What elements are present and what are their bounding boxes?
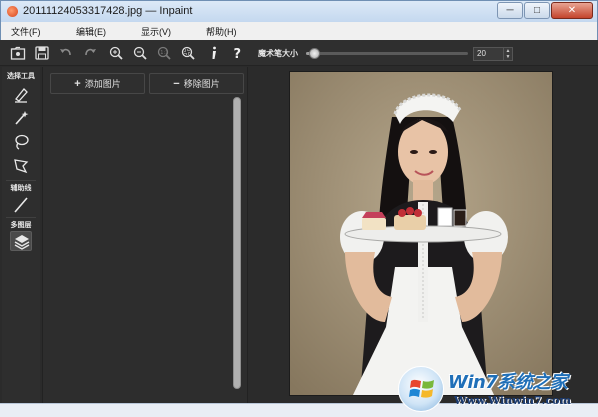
menu-file[interactable]: 文件(F) <box>11 25 41 38</box>
line-icon[interactable] <box>10 195 32 215</box>
windows-logo <box>398 366 444 412</box>
close-icon: ✕ <box>567 5 577 16</box>
tool-separator <box>6 217 36 218</box>
menu-edit[interactable]: 编辑(E) <box>76 25 106 38</box>
window-title-bar: 20111124053317428.jpg — Inpaint ─ □ ✕ <box>0 0 598 22</box>
magic-wand-icon[interactable] <box>10 108 32 128</box>
watermark-brand: Win7系统之家 <box>448 372 568 393</box>
layers-icon[interactable] <box>10 231 32 251</box>
redo-icon[interactable] <box>82 45 98 61</box>
info-icon[interactable] <box>206 45 222 61</box>
brush-size-value: 20 <box>477 49 486 58</box>
marker-icon[interactable] <box>10 84 32 104</box>
spin-down-icon[interactable]: ▼ <box>504 54 512 60</box>
brush-size-slider-thumb[interactable] <box>308 48 320 59</box>
image-list-scrollbar[interactable] <box>233 97 241 389</box>
lasso-icon[interactable] <box>10 132 32 152</box>
add-image-button[interactable]: + 添加图片 <box>50 73 145 94</box>
svg-text:?: ? <box>234 47 242 61</box>
plus-icon: + <box>74 77 81 90</box>
toolbar: 1:1 ? 魔术笔大小 20 ▲ ▼ <box>0 40 598 66</box>
polygonal-lasso-icon[interactable] <box>10 156 32 176</box>
app-icon <box>7 6 18 17</box>
multi-layer-label: 多图层 <box>10 222 32 229</box>
image-canvas[interactable] <box>249 67 598 403</box>
windows-flag-icon <box>409 379 434 398</box>
spinbox-arrows[interactable]: ▲ ▼ <box>503 48 512 60</box>
minus-icon: − <box>173 77 180 90</box>
watermark: Win7系统之家 Www.Winwin7.com <box>398 366 598 417</box>
photo[interactable] <box>289 71 553 396</box>
menu-help[interactable]: 帮助(H) <box>206 25 237 38</box>
zoom-in-icon[interactable] <box>108 45 124 61</box>
maximize-icon: □ <box>533 5 541 16</box>
remove-image-button[interactable]: − 移除图片 <box>149 73 244 94</box>
brush-size-spinbox[interactable]: 20 ▲ ▼ <box>473 47 513 61</box>
window-title: 20111124053317428.jpg — Inpaint <box>23 5 193 17</box>
add-image-label: 添加图片 <box>84 79 121 89</box>
open-icon[interactable] <box>10 45 26 61</box>
image-list-panel: + 添加图片 − 移除图片 <box>42 67 248 403</box>
brush-size-slider[interactable] <box>306 52 468 55</box>
svg-text:1:1: 1:1 <box>160 50 168 56</box>
zoom-out-icon[interactable] <box>132 45 148 61</box>
minimize-icon: ─ <box>506 5 514 16</box>
menu-bar: 文件(F) 编辑(E) 显示(V) 帮助(H) <box>0 22 598 40</box>
watermark-url: Www.Winwin7.com <box>454 394 572 407</box>
close-button[interactable]: ✕ <box>551 2 593 19</box>
window-controls: ─ □ ✕ <box>496 2 593 19</box>
remove-image-label: 移除图片 <box>183 79 220 89</box>
actual-size-icon[interactable]: 1:1 <box>156 45 172 61</box>
undo-icon[interactable] <box>58 45 74 61</box>
maximize-button[interactable]: □ <box>524 2 550 19</box>
save-icon[interactable] <box>34 45 50 61</box>
minimize-button[interactable]: ─ <box>497 2 523 19</box>
tool-strip: 选择工具 辅助线 多图层 <box>2 67 40 403</box>
tool-separator <box>6 180 36 181</box>
brush-size-label: 魔术笔大小 <box>258 49 298 58</box>
select-tools-label: 选择工具 <box>7 73 35 80</box>
fit-window-icon[interactable] <box>180 45 196 61</box>
help-icon[interactable]: ? <box>230 45 246 62</box>
guide-tools-label: 辅助线 <box>10 185 32 192</box>
menu-view[interactable]: 显示(V) <box>141 25 171 38</box>
